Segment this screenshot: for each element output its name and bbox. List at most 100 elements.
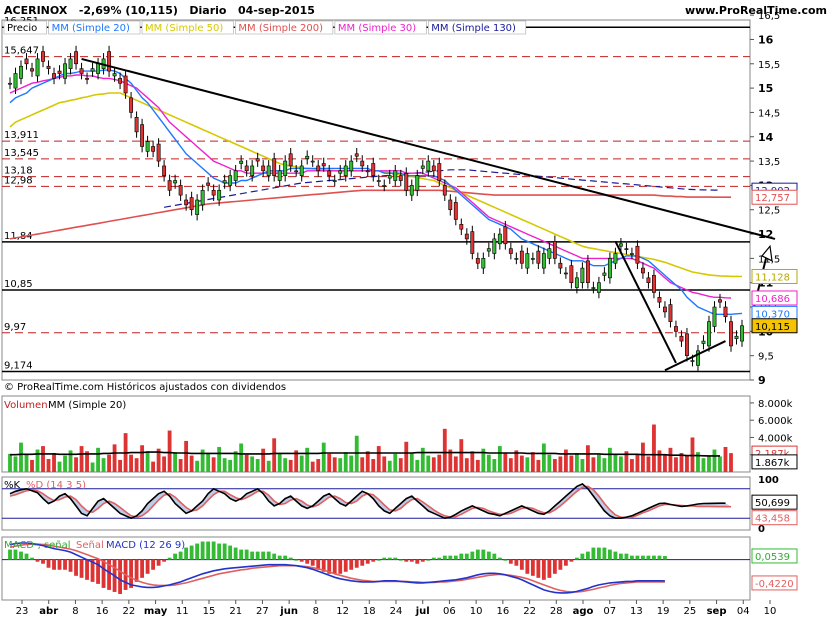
candle-body <box>107 51 112 72</box>
macd-hist-bar <box>497 557 502 560</box>
candle-body <box>596 282 601 293</box>
x-tick-label: abr <box>39 606 58 617</box>
volume-bar <box>404 441 409 472</box>
volume-bar <box>288 459 293 472</box>
candle-body <box>464 233 469 240</box>
macd-hist-bar <box>140 559 145 578</box>
volume-bar <box>46 459 51 472</box>
x-tick-label: 8 <box>72 606 78 617</box>
macd-hist-bar <box>596 547 601 560</box>
candle-body <box>13 73 18 89</box>
level-label: 15,647 <box>4 46 39 57</box>
candle-body <box>420 165 425 169</box>
x-tick-label: 16 <box>496 606 509 617</box>
x-tick-label: sep <box>707 606 727 617</box>
candle-body <box>134 116 139 133</box>
volume-bar <box>283 458 288 472</box>
candle-body <box>327 170 332 176</box>
macd-hist-bar <box>437 557 442 560</box>
macd-hist-bar <box>167 557 172 560</box>
macd-hist-bar <box>630 555 634 560</box>
macd-tag-label: 0,0539 <box>755 552 790 563</box>
candle-body <box>244 165 249 172</box>
macd-hist-bar <box>13 549 18 560</box>
candle-body <box>613 253 618 264</box>
candle-body <box>563 272 568 275</box>
volume-bar <box>398 458 403 472</box>
volume-bar <box>674 457 678 472</box>
macd-hist-bar <box>338 559 343 574</box>
candle-body <box>585 260 590 284</box>
candle-body <box>404 172 409 191</box>
candle-body <box>288 153 293 167</box>
candle-body <box>261 165 266 172</box>
volume-bar <box>668 447 673 472</box>
candle-body <box>294 170 299 173</box>
x-tick-label: 10 <box>470 606 483 617</box>
candle-body <box>701 340 706 344</box>
volume-bar <box>420 447 425 472</box>
x-tick-label: 22 <box>122 606 135 617</box>
volume-bar <box>387 460 392 472</box>
macd-hist-bar <box>503 559 508 561</box>
volume-bar <box>354 435 359 472</box>
macd-hist-bar <box>255 551 260 560</box>
volume-bar <box>360 457 365 472</box>
volume-bar <box>558 456 563 472</box>
macd-hist-bar <box>619 553 623 560</box>
volume-bar <box>426 455 431 472</box>
site-link[interactable]: www.ProRealTime.com <box>685 4 827 17</box>
macd-hist-bar <box>585 551 590 560</box>
volume-bar <box>217 446 222 472</box>
macd-hist-bar <box>178 551 183 560</box>
volume-bar <box>266 460 271 472</box>
candle-body <box>723 306 728 318</box>
macd-hist-bar <box>277 555 282 560</box>
volume-bar <box>685 455 689 472</box>
volume-bar <box>310 461 315 472</box>
candle-body <box>52 73 56 79</box>
price-tick-label: 12,5 <box>758 206 780 217</box>
volume-bar <box>112 444 117 472</box>
macd-hist-bar <box>294 559 299 561</box>
macd-hist-bar <box>310 559 315 566</box>
x-tick-label: 11 <box>176 606 189 617</box>
candle-body <box>387 175 392 179</box>
volume-bar <box>222 458 227 472</box>
volume-bar <box>453 456 458 472</box>
macd-hist-bar <box>211 541 216 560</box>
x-tick-label: 10 <box>764 606 777 617</box>
candle-body <box>96 63 100 74</box>
macd-hist-bar <box>558 559 563 570</box>
volume-bar <box>652 424 656 472</box>
candle-body <box>492 238 497 254</box>
legend-label: MM (Simple 50) <box>145 23 223 34</box>
macd-hist-bar <box>85 559 89 580</box>
macd-hist-bar <box>459 553 464 560</box>
trend-line-support <box>664 340 726 372</box>
volume-bar <box>508 458 513 472</box>
volume-bar <box>503 453 508 472</box>
volume-bar <box>707 455 711 472</box>
stoch-tick-label: 0 <box>758 524 765 535</box>
candle-body <box>233 170 238 181</box>
candle-body <box>283 160 288 176</box>
x-tick-label: 22 <box>523 606 536 617</box>
candle-body <box>679 335 684 342</box>
chart-window: 16,51615,51514,51413,51312,51211,51110,5… <box>0 0 835 620</box>
volume-bar <box>663 454 667 472</box>
candle-body <box>382 185 387 187</box>
legend-label: Precio <box>7 23 37 34</box>
candle-body <box>57 70 62 74</box>
volume-bar <box>250 456 255 472</box>
candle-body <box>475 258 480 264</box>
candle-body <box>338 170 343 174</box>
macd-hist-bar <box>272 553 277 560</box>
volume-bar <box>464 458 469 472</box>
x-tick-label: 12 <box>336 606 349 617</box>
volume-bar <box>349 455 354 472</box>
candle-body <box>690 360 695 362</box>
macd-hist-bar <box>508 559 513 564</box>
candle-body <box>354 153 359 157</box>
volume-bar <box>74 457 78 472</box>
